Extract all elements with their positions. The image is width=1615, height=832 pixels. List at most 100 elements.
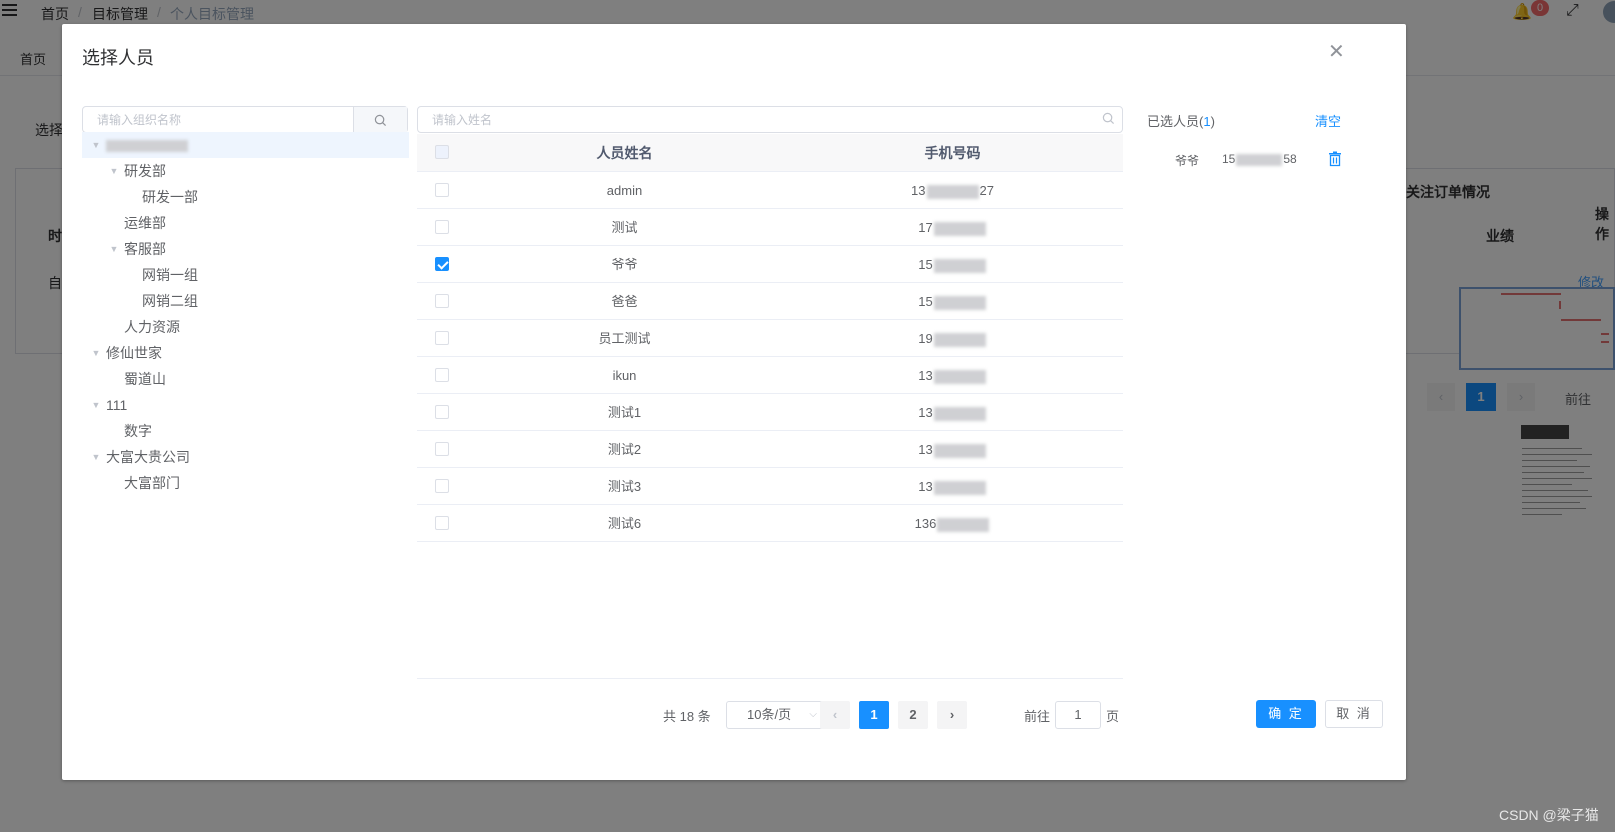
- tree-node[interactable]: ▼ 大富大贵公司: [82, 444, 409, 470]
- tree-node[interactable]: 网销二组: [82, 288, 409, 314]
- pagination-page-suffix: 页: [1106, 709, 1120, 724]
- table-row[interactable]: 爷爷 15: [417, 246, 1123, 283]
- table-divider: [417, 678, 1123, 679]
- tree-node[interactable]: ▼ 修仙世家: [82, 340, 409, 366]
- row-checkbox[interactable]: [435, 257, 449, 271]
- chevron-left-icon[interactable]: ‹: [820, 701, 850, 729]
- cancel-button[interactable]: 取 消: [1325, 700, 1383, 728]
- user-table: 人员姓名 手机号码 admin 13 27 测试 17 爷爷 15 爸爸 15 员工测试 19 iku…: [417, 134, 1123, 542]
- table-row[interactable]: 员工测试 19: [417, 320, 1123, 357]
- table-row[interactable]: 测试 17: [417, 209, 1123, 246]
- tree-node[interactable]: 研发一部: [82, 184, 409, 210]
- table-row[interactable]: 测试1 13: [417, 394, 1123, 431]
- tree-node-label: 大富部门: [124, 475, 180, 491]
- row-checkbox[interactable]: [435, 294, 449, 308]
- selected-person-phone: 15 58: [1222, 152, 1297, 166]
- person-name-cell: 员工测试: [598, 331, 651, 346]
- chevron-down-icon: ⌵: [809, 709, 817, 720]
- row-checkbox[interactable]: [435, 405, 449, 419]
- row-checkbox[interactable]: [435, 331, 449, 345]
- search-icon[interactable]: [1102, 112, 1115, 128]
- tree-node-label: 111: [106, 397, 128, 413]
- select-person-dialog: 选择人员 ✕ ▼▼研发部研发一部运维部▼客服部网销一组网销二组人力资源▼修仙世家…: [62, 24, 1406, 780]
- select-all-checkbox[interactable]: [435, 145, 449, 159]
- tree-node[interactable]: 数字: [82, 418, 409, 444]
- tree-node-label: 研发一部: [142, 189, 198, 205]
- chevron-right-icon[interactable]: ›: [937, 701, 967, 729]
- watermark: CSDN @梁子猫: [1499, 807, 1599, 823]
- tree-node-label: 客服部: [124, 241, 166, 257]
- table-row[interactable]: 爸爸 15: [417, 283, 1123, 320]
- tree-node[interactable]: 运维部: [82, 210, 409, 236]
- tree-node[interactable]: ▼: [82, 132, 409, 158]
- tree-node[interactable]: ▼ 客服部: [82, 236, 409, 262]
- person-name-cell: ikun: [612, 368, 637, 383]
- org-search: [82, 106, 408, 133]
- tree-node-label: 网销二组: [142, 293, 198, 309]
- phone-cell: 17: [782, 209, 1123, 246]
- tree-node[interactable]: ▼ 111: [82, 392, 409, 418]
- org-search-button[interactable]: [353, 107, 407, 132]
- selected-count: 1: [1203, 114, 1211, 129]
- close-icon[interactable]: ✕: [1328, 39, 1345, 64]
- row-checkbox[interactable]: [435, 368, 449, 382]
- dialog-title: 选择人员: [82, 48, 154, 68]
- column-header-name: 人员姓名: [596, 145, 653, 161]
- table-row[interactable]: 测试6 136: [417, 505, 1123, 542]
- row-checkbox[interactable]: [435, 220, 449, 234]
- pagination-goto-input[interactable]: 1: [1055, 701, 1101, 729]
- row-checkbox[interactable]: [435, 442, 449, 456]
- phone-cell: 15: [782, 283, 1123, 320]
- person-name-cell: 测试: [611, 220, 638, 235]
- table-row[interactable]: 测试2 13: [417, 431, 1123, 468]
- tree-node-label: 运维部: [124, 215, 166, 231]
- page-size-select[interactable]: 10条/页 ⌵: [726, 701, 826, 729]
- name-search-input[interactable]: [418, 107, 1088, 132]
- confirm-button[interactable]: 确 定: [1256, 700, 1316, 728]
- person-name-cell: 测试1: [607, 405, 642, 420]
- caret-down-icon[interactable]: ▼: [90, 444, 102, 470]
- phone-cell: 13: [782, 431, 1123, 468]
- search-icon: [374, 114, 387, 127]
- caret-down-icon[interactable]: ▼: [90, 340, 102, 366]
- caret-down-icon[interactable]: ▼: [90, 132, 102, 158]
- page-button-1[interactable]: 1: [859, 701, 889, 729]
- clear-selected-link[interactable]: 清空: [1315, 111, 1341, 130]
- org-search-input[interactable]: [83, 107, 353, 132]
- tree-node[interactable]: 人力资源: [82, 314, 409, 340]
- pagination-total: 共 18 条: [663, 709, 711, 724]
- tree-node-label: 研发部: [124, 163, 166, 179]
- tree-node-label: 数字: [124, 423, 152, 439]
- table-row[interactable]: 测试3 13: [417, 468, 1123, 505]
- name-search: [417, 106, 1123, 133]
- row-checkbox[interactable]: [435, 183, 449, 197]
- table-header: 人员姓名 手机号码: [417, 134, 1123, 172]
- phone-cell: 136: [782, 505, 1123, 542]
- page-button-2[interactable]: 2: [898, 701, 928, 729]
- tree-node-label: 大富大贵公司: [106, 449, 190, 465]
- phone-cell: 13: [782, 357, 1123, 394]
- caret-down-icon[interactable]: ▼: [108, 158, 120, 184]
- row-checkbox[interactable]: [435, 479, 449, 493]
- tree-node[interactable]: ▼ 研发部: [82, 158, 409, 184]
- phone-cell: 19: [782, 320, 1123, 357]
- selected-person-name: 爷爷: [1175, 154, 1200, 168]
- tree-node[interactable]: 蜀道山: [82, 366, 409, 392]
- tree-node[interactable]: 大富部门: [82, 470, 409, 496]
- phone-cell: 15: [782, 246, 1123, 283]
- tree-node-label: 网销一组: [142, 267, 198, 283]
- table-row[interactable]: ikun 13: [417, 357, 1123, 394]
- table-row[interactable]: admin 13 27: [417, 172, 1123, 209]
- caret-down-icon[interactable]: ▼: [108, 236, 120, 262]
- selected-title: 已选人员(1): [1147, 114, 1215, 129]
- delete-icon[interactable]: [1328, 151, 1342, 167]
- tree-node-label: [106, 132, 188, 158]
- tree-node[interactable]: 网销一组: [82, 262, 409, 288]
- tree-node-label: 人力资源: [124, 319, 180, 335]
- person-name-cell: 爷爷: [611, 257, 638, 272]
- person-name-cell: 测试6: [607, 516, 642, 531]
- caret-down-icon[interactable]: ▼: [90, 392, 102, 418]
- column-header-phone: 手机号码: [924, 145, 981, 161]
- row-checkbox[interactable]: [435, 516, 449, 530]
- person-name-cell: 测试3: [607, 479, 642, 494]
